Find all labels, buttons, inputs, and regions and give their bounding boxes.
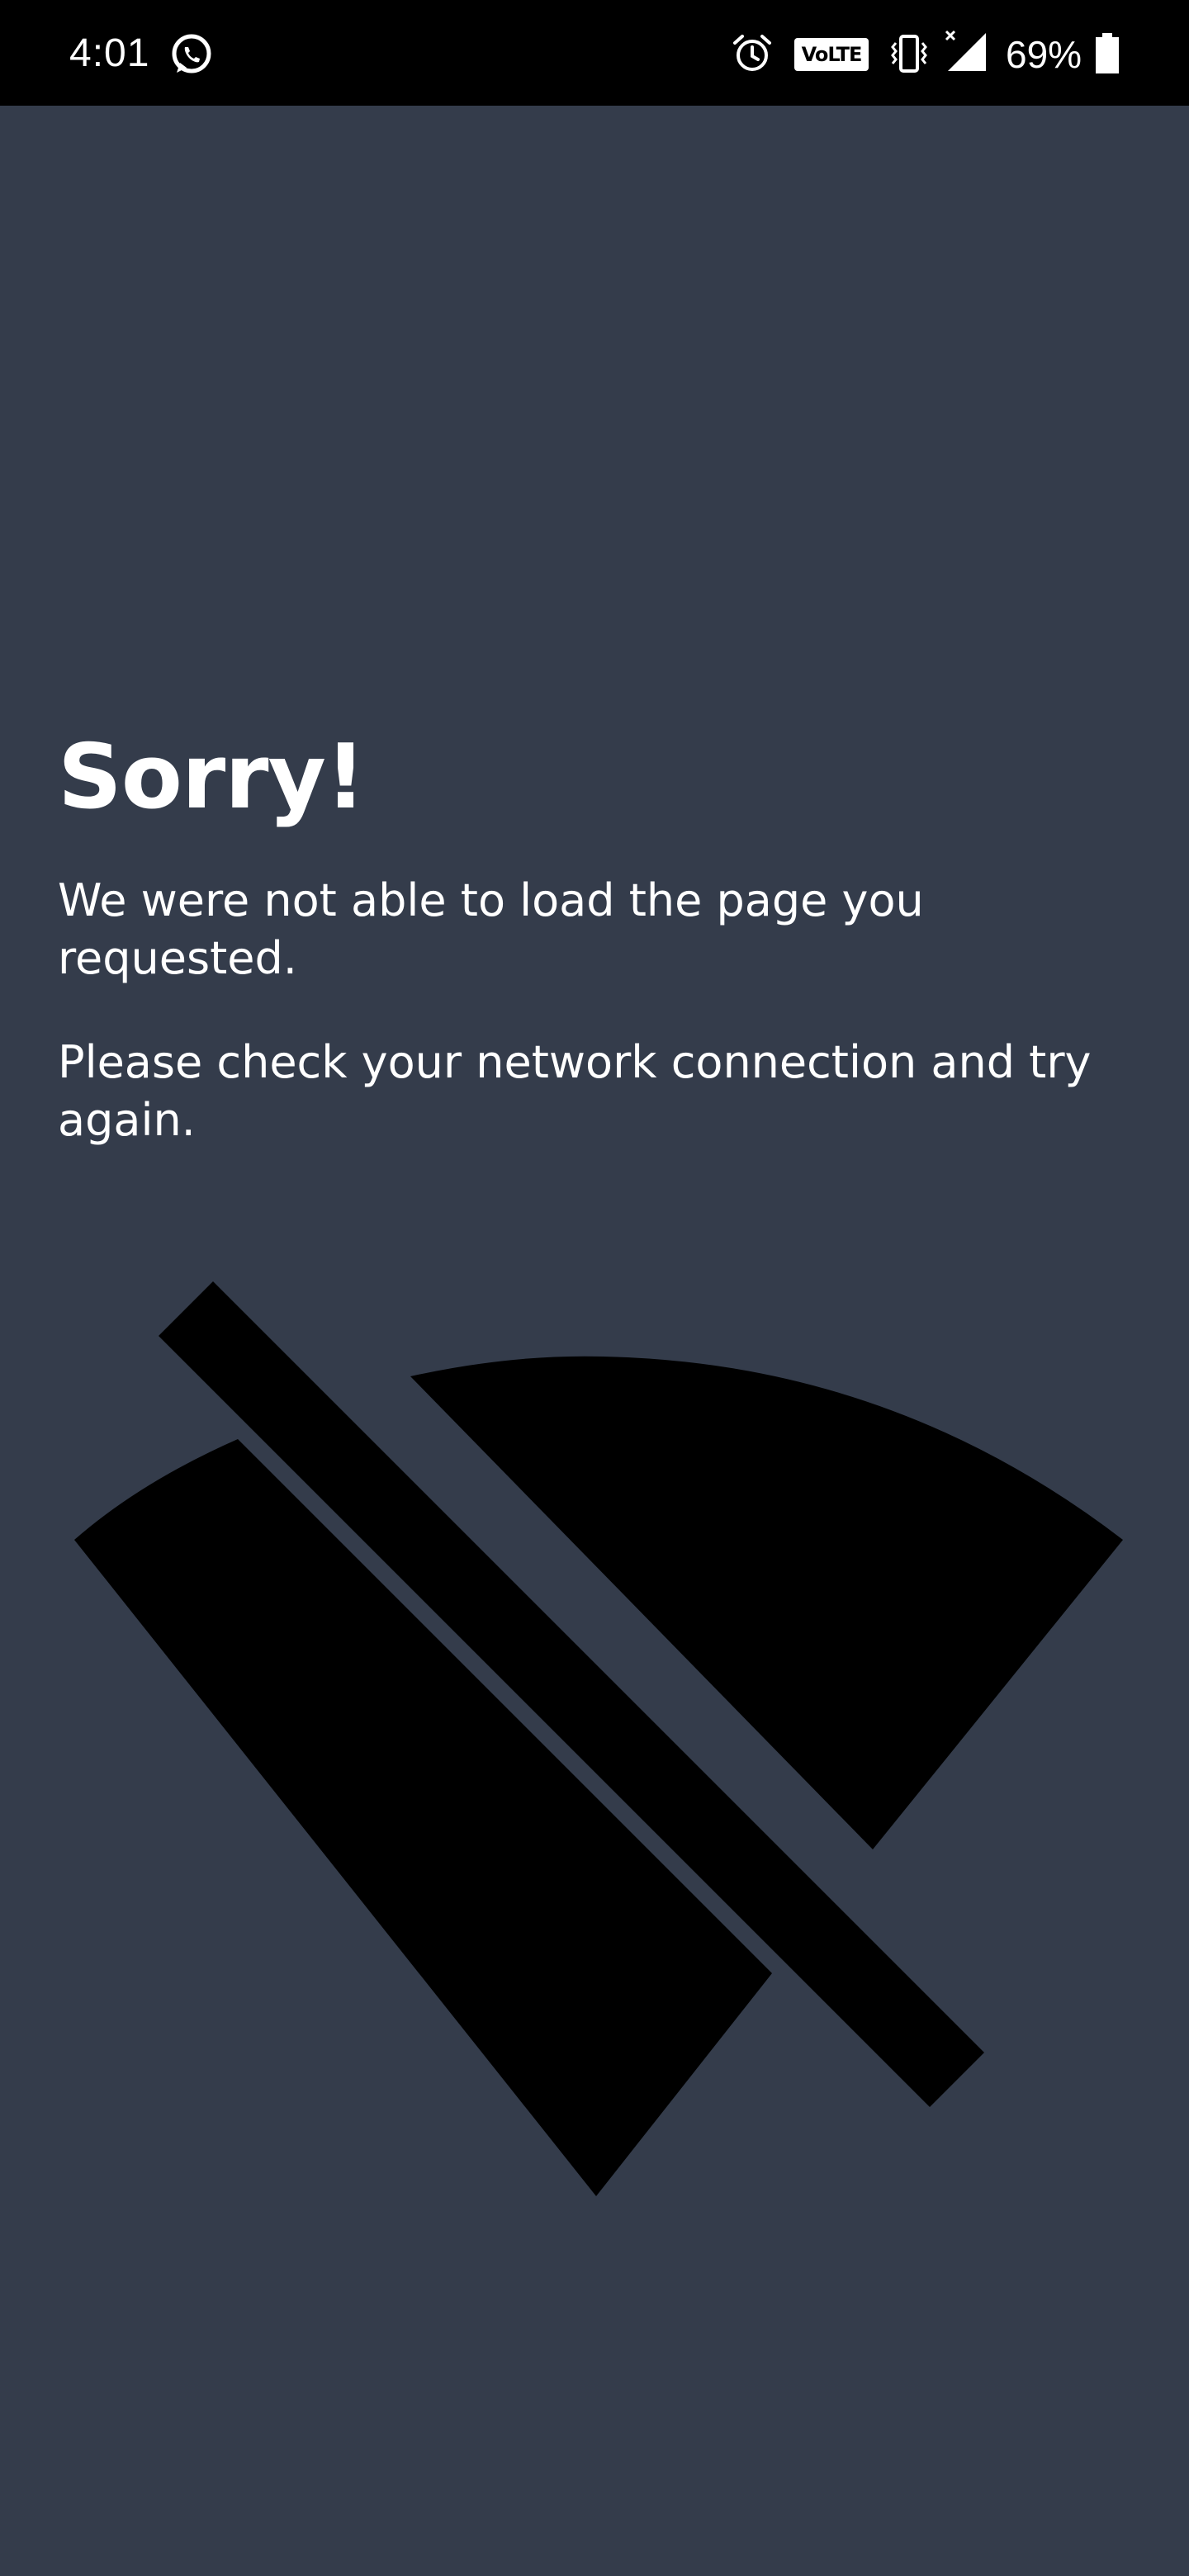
status-bar: 4:01 VoLTE 69% [0, 0, 1189, 106]
error-content: Sorry! We were not able to load the page… [58, 727, 1148, 1149]
wifi-off-icon [74, 1281, 1123, 2196]
vibrate-icon [891, 35, 927, 73]
error-message: We were not able to load the page you re… [58, 874, 924, 984]
whatsapp-icon [172, 34, 211, 73]
volte-badge: VoLTE [794, 38, 869, 71]
battery-icon [1096, 33, 1119, 73]
alarm-icon [733, 35, 771, 71]
network-hint: Please check your network connection and… [58, 1036, 1092, 1146]
page-title: Sorry! [58, 726, 366, 829]
signal-icon [945, 30, 986, 71]
battery-percent: 69% [1006, 33, 1082, 76]
status-time: 4:01 [69, 31, 150, 75]
